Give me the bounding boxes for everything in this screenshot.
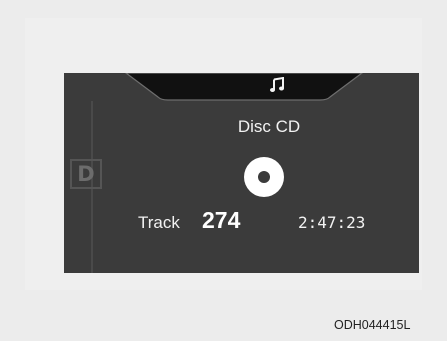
top-tab: [125, 73, 363, 101]
cluster-display: D Disc CD Track 274 2:47:23: [64, 73, 419, 273]
track-number: 274: [202, 207, 241, 233]
music-note-icon: [270, 77, 284, 92]
track-label: Track: [138, 213, 180, 232]
figure-code: ODH044415L: [334, 318, 411, 332]
disc-icon: [244, 157, 284, 197]
elapsed-time: 2:47:23: [298, 213, 366, 232]
source-title: Disc CD: [237, 117, 301, 136]
gear-indicator: D: [70, 159, 102, 189]
